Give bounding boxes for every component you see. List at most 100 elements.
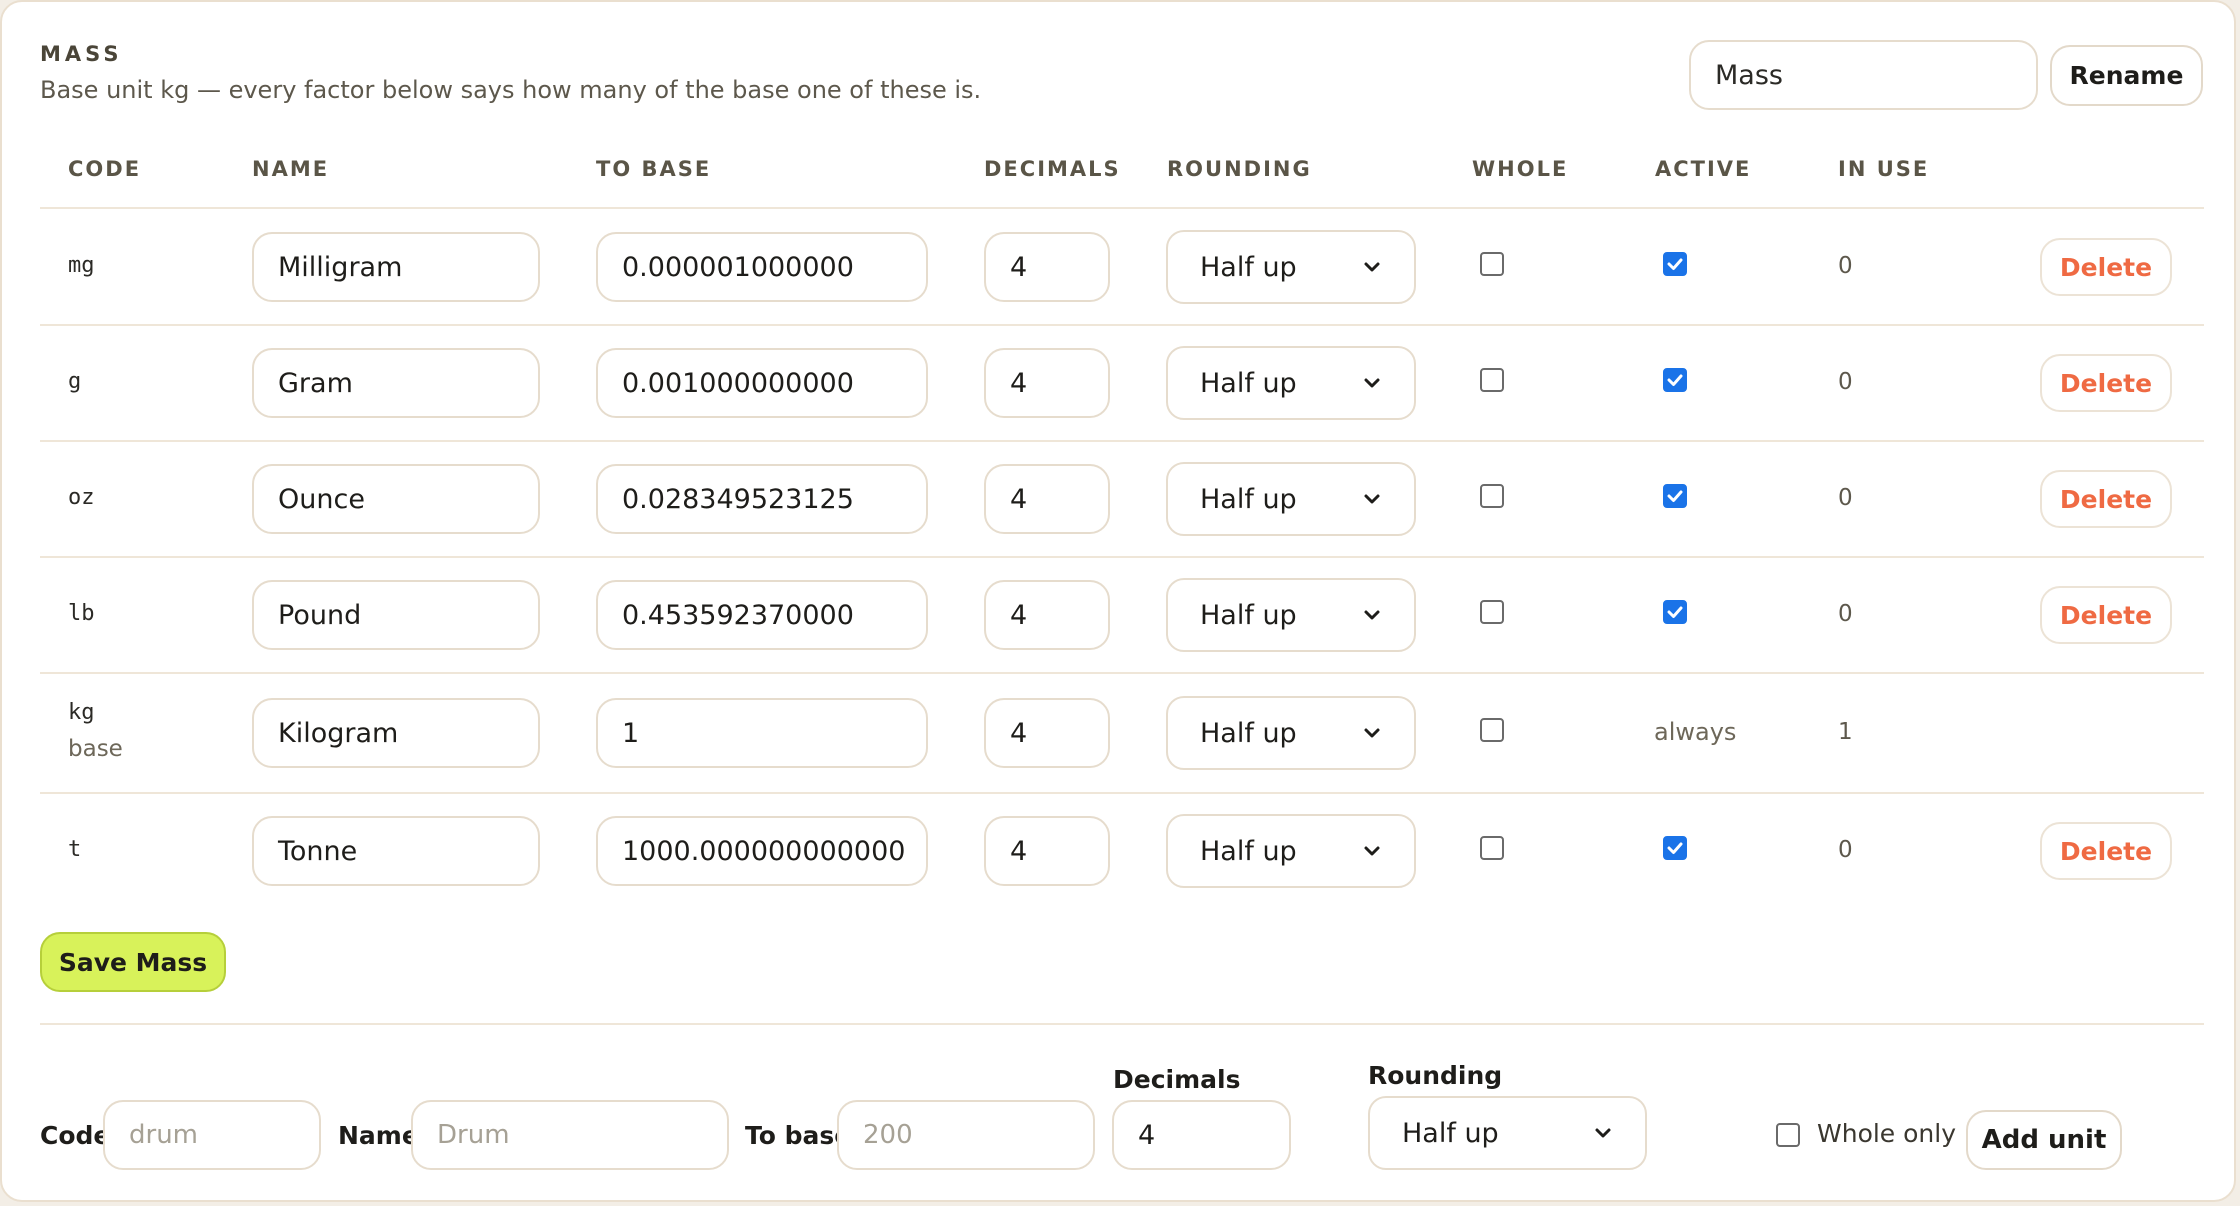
in-use-count: 0 — [1838, 253, 1853, 279]
rounding-select-value: Half up — [1200, 717, 1297, 749]
unit-name-input[interactable]: Milligram — [252, 232, 540, 302]
whole-checkbox[interactable] — [1480, 600, 1504, 624]
add-rounding-select[interactable]: Half up — [1368, 1096, 1647, 1170]
checkmark-icon — [1667, 258, 1683, 270]
to-base-input[interactable]: 0.001000000000 — [596, 348, 928, 418]
decimals-input[interactable]: 4 — [984, 816, 1110, 886]
rename-input[interactable] — [1689, 40, 2038, 110]
delete-button[interactable]: Delete — [2040, 238, 2172, 296]
table-row: kg base Kilogram 1 4 Half up always 1 — [2, 672, 2238, 792]
column-header-whole: WHOLE — [1472, 157, 1569, 181]
rounding-select-value: Half up — [1200, 251, 1297, 283]
in-use-count: 1 — [1838, 719, 1853, 745]
unit-name-input[interactable]: Pound — [252, 580, 540, 650]
column-header-in-use: IN USE — [1838, 157, 1930, 181]
whole-checkbox[interactable] — [1480, 484, 1504, 508]
delete-button[interactable]: Delete — [2040, 354, 2172, 412]
checkmark-icon — [1667, 606, 1683, 618]
decimals-input[interactable]: 4 — [984, 580, 1110, 650]
unit-code: mg — [68, 253, 95, 278]
rounding-select-value: Half up — [1200, 483, 1297, 515]
to-base-input[interactable]: 0.453592370000 — [596, 580, 928, 650]
active-checkbox[interactable] — [1663, 252, 1687, 276]
chevron-down-icon — [1364, 262, 1380, 272]
add-name-input[interactable] — [411, 1100, 729, 1170]
table-row: mg Milligram 0.000001000000 4 Half up 0 … — [2, 208, 2238, 324]
add-decimals-input[interactable]: 4 — [1112, 1100, 1291, 1170]
checkmark-icon — [1667, 374, 1683, 386]
rounding-select[interactable]: Half up — [1166, 462, 1416, 536]
section-title: MASS — [40, 42, 123, 66]
chevron-down-icon — [1364, 728, 1380, 738]
base-tag: base — [68, 736, 123, 762]
in-use-count: 0 — [1838, 837, 1853, 863]
unit-code: g — [68, 369, 82, 394]
rounding-select[interactable]: Half up — [1166, 814, 1416, 888]
column-header-decimals: DECIMALS — [984, 157, 1121, 181]
to-base-input[interactable]: 0.028349523125 — [596, 464, 928, 534]
rounding-select-value: Half up — [1200, 835, 1297, 867]
active-checkbox[interactable] — [1663, 484, 1687, 508]
unit-name-input[interactable]: Ounce — [252, 464, 540, 534]
chevron-down-icon — [1364, 846, 1380, 856]
table-row: g Gram 0.001000000000 4 Half up 0 Delete — [2, 324, 2238, 440]
add-decimals-label: Decimals — [1113, 1065, 1241, 1094]
form-divider — [40, 1023, 2204, 1025]
add-rounding-label: Rounding — [1368, 1061, 1503, 1090]
to-base-input[interactable]: 0.000001000000 — [596, 232, 928, 302]
whole-checkbox[interactable] — [1480, 836, 1504, 860]
rounding-select-value: Half up — [1200, 599, 1297, 631]
chevron-down-icon — [1364, 378, 1380, 388]
unit-code: kg — [68, 700, 95, 725]
decimals-input[interactable]: 4 — [984, 232, 1110, 302]
table-row: oz Ounce 0.028349523125 4 Half up 0 Dele… — [2, 440, 2238, 556]
decimals-input[interactable]: 4 — [984, 698, 1110, 768]
unit-name-input[interactable]: Tonne — [252, 816, 540, 886]
unit-code: t — [68, 837, 82, 862]
chevron-down-icon — [1595, 1128, 1611, 1138]
chevron-down-icon — [1364, 494, 1380, 504]
active-checkbox[interactable] — [1663, 600, 1687, 624]
section-subtitle: Base unit kg — every factor below says h… — [40, 76, 982, 104]
add-unit-button[interactable]: Add unit — [1966, 1110, 2122, 1170]
delete-button[interactable]: Delete — [2040, 586, 2172, 644]
in-use-count: 0 — [1838, 485, 1853, 511]
unit-name-input[interactable]: Kilogram — [252, 698, 540, 768]
whole-only-label: Whole only — [1817, 1119, 1957, 1148]
column-header-code: CODE — [68, 157, 142, 181]
delete-button[interactable]: Delete — [2040, 470, 2172, 528]
column-header-name: NAME — [252, 157, 330, 181]
add-to-base-input[interactable] — [837, 1100, 1095, 1170]
unit-group-card: MASS Base unit kg — every factor below s… — [0, 0, 2236, 1202]
checkmark-icon — [1667, 490, 1683, 502]
active-checkbox[interactable] — [1663, 368, 1687, 392]
decimals-input[interactable]: 4 — [984, 348, 1110, 418]
add-code-label: Code — [40, 1121, 111, 1150]
rounding-select[interactable]: Half up — [1166, 230, 1416, 304]
add-name-label: Name — [338, 1121, 419, 1150]
whole-checkbox[interactable] — [1480, 252, 1504, 276]
add-code-input[interactable] — [103, 1100, 321, 1170]
whole-only-checkbox[interactable] — [1776, 1123, 1800, 1147]
active-always-label: always — [1654, 718, 1737, 746]
column-header-to-base: TO BASE — [596, 157, 712, 181]
to-base-input[interactable]: 1000.000000000000 — [596, 816, 928, 886]
rounding-select[interactable]: Half up — [1166, 346, 1416, 420]
save-button[interactable]: Save Mass — [40, 932, 226, 992]
unit-name-input[interactable]: Gram — [252, 348, 540, 418]
checkmark-icon — [1667, 842, 1683, 854]
whole-checkbox[interactable] — [1480, 718, 1504, 742]
rounding-select[interactable]: Half up — [1166, 696, 1416, 770]
column-header-rounding: ROUNDING — [1167, 157, 1312, 181]
chevron-down-icon — [1364, 610, 1380, 620]
rename-button[interactable]: Rename — [2050, 45, 2203, 106]
rounding-select[interactable]: Half up — [1166, 578, 1416, 652]
in-use-count: 0 — [1838, 369, 1853, 395]
whole-checkbox[interactable] — [1480, 368, 1504, 392]
active-checkbox[interactable] — [1663, 836, 1687, 860]
rounding-select-value: Half up — [1200, 367, 1297, 399]
add-rounding-select-value: Half up — [1402, 1117, 1499, 1149]
decimals-input[interactable]: 4 — [984, 464, 1110, 534]
delete-button[interactable]: Delete — [2040, 822, 2172, 880]
to-base-input[interactable]: 1 — [596, 698, 928, 768]
